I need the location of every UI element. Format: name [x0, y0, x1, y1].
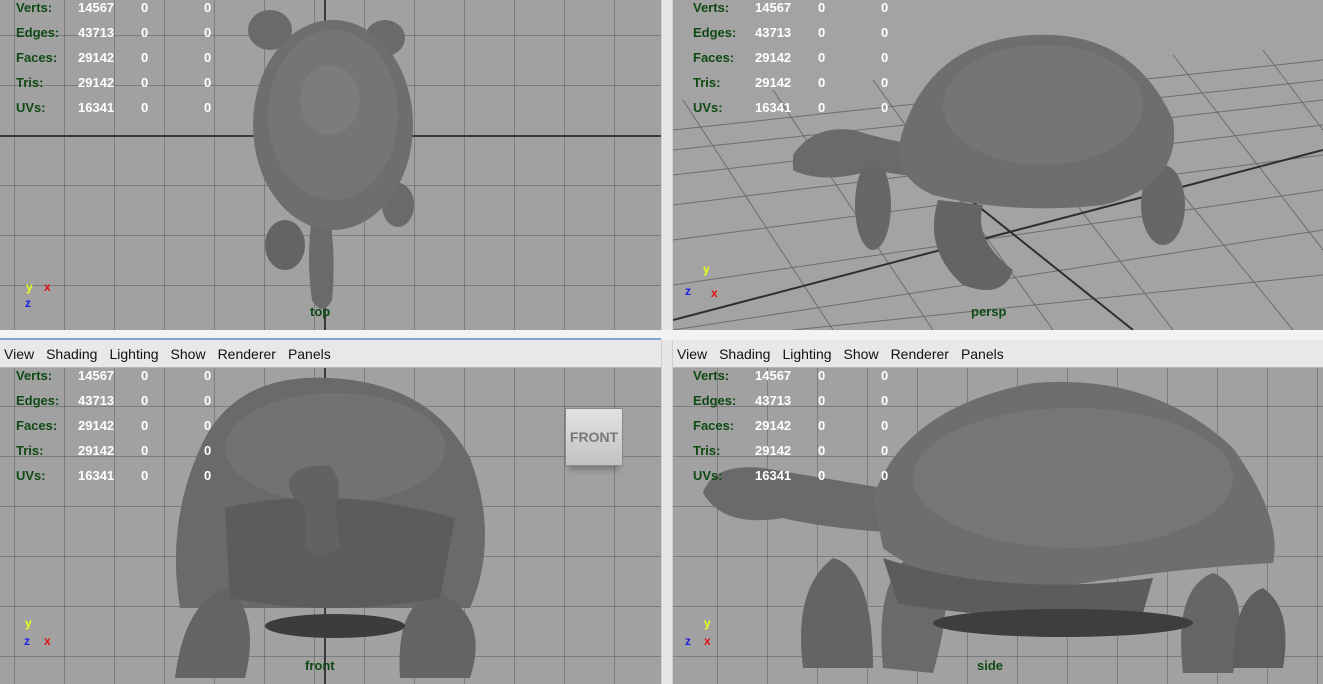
menu-renderer[interactable]: Renderer	[218, 346, 276, 362]
axis-y-label: y	[26, 280, 33, 294]
hud-row-faces: Faces: 29142 0 0	[693, 418, 889, 433]
axis-z-label: z	[25, 296, 31, 310]
menu-view[interactable]: View	[4, 346, 34, 362]
menu-panels[interactable]: Panels	[288, 346, 331, 362]
hud-row-edges: Edges: 43713 0 0	[16, 393, 212, 408]
panel-menubar-front: View Shading Lighting Show Renderer Pane…	[0, 340, 661, 368]
poly-count-hud: Verts: 14567 0 0 Edges: 43713 0 0 Faces: 29142 0…	[693, 368, 888, 493]
hud-row-verts: Verts: 14567 0 0	[693, 0, 889, 15]
menu-shading[interactable]: Shading	[719, 346, 770, 362]
hud-row-verts: Verts: 14567 0 0	[16, 368, 212, 383]
menu-shading[interactable]: Shading	[46, 346, 97, 362]
camera-label: top	[310, 304, 331, 319]
panel-divider-horizontal[interactable]	[0, 330, 1323, 341]
poly-count-hud: Verts: 14567 0 0 Edges: 43713 0 0 Faces: 29142 0…	[16, 0, 211, 125]
hud-row-tris: Tris: 29142 0 0	[693, 75, 889, 90]
viewport-top[interactable]: Verts: 14567 0 0 Edges: 43713 0 0 Faces: 29142 0…	[0, 0, 661, 330]
axis-y-label: y	[25, 616, 32, 630]
hud-row-tris: Tris: 29142 0 0	[16, 443, 212, 458]
menu-show[interactable]: Show	[171, 346, 206, 362]
hud-row-uvs: UVs: 16341 0 0	[693, 468, 889, 483]
panel-menubar-side: View Shading Lighting Show Renderer Pane…	[673, 340, 1323, 368]
hud-row-verts: Verts: 14567 0 0	[16, 0, 212, 15]
hud-row-uvs: UVs: 16341 0 0	[16, 468, 212, 483]
axis-y-label: y	[704, 616, 711, 630]
hud-row-edges: Edges: 43713 0 0	[693, 25, 889, 40]
panel-divider-vertical[interactable]	[661, 0, 673, 684]
hud-row-faces: Faces: 29142 0 0	[16, 418, 212, 433]
camera-label: persp	[971, 304, 1007, 319]
viewport-persp[interactable]: Verts: 14567 0 0 Edges: 43713 0 0 Faces: 29142 0…	[673, 0, 1323, 330]
hud-row-faces: Faces: 29142 0 0	[693, 50, 889, 65]
camera-label: side	[977, 658, 1004, 673]
poly-count-hud: Verts: 14567 0 0 Edges: 43713 0 0 Faces: 29142 0…	[16, 368, 211, 493]
viewport-side[interactable]: Verts: 14567 0 0 Edges: 43713 0 0 Faces: 29142 0…	[673, 368, 1323, 684]
hud-row-uvs: UVs: 16341 0 0	[693, 100, 889, 115]
hud-row-edges: Edges: 43713 0 0	[693, 393, 889, 408]
menu-renderer[interactable]: Renderer	[891, 346, 949, 362]
menu-view[interactable]: View	[677, 346, 707, 362]
axis-y-label: y	[703, 262, 710, 276]
axis-z-label: z	[685, 634, 691, 648]
hud-row-edges: Edges: 43713 0 0	[16, 25, 212, 40]
axis-x-label: x	[44, 280, 51, 294]
hud-row-uvs: UVs: 16341 0 0	[16, 100, 212, 115]
viewcube[interactable]: FRONT	[565, 408, 623, 466]
hud-row-tris: Tris: 29142 0 0	[16, 75, 212, 90]
menu-panels[interactable]: Panels	[961, 346, 1004, 362]
menu-show[interactable]: Show	[844, 346, 879, 362]
axis-z-label: z	[24, 634, 30, 648]
poly-count-hud: Verts: 14567 0 0 Edges: 43713 0 0 Faces: 29142 0…	[693, 0, 888, 125]
axis-x-label: x	[704, 634, 711, 648]
menu-lighting[interactable]: Lighting	[109, 346, 158, 362]
axis-x-label: x	[44, 634, 51, 648]
axis-x-label: x	[711, 286, 718, 300]
hud-row-tris: Tris: 29142 0 0	[693, 443, 889, 458]
axis-z-label: z	[685, 284, 691, 298]
menu-lighting[interactable]: Lighting	[782, 346, 831, 362]
hud-row-faces: Faces: 29142 0 0	[16, 50, 212, 65]
camera-label: front	[305, 658, 335, 673]
hud-row-verts: Verts: 14567 0 0	[693, 368, 889, 383]
viewport-front[interactable]: Verts: 14567 0 0 Edges: 43713 0 0 Faces: 29142 0…	[0, 368, 661, 684]
